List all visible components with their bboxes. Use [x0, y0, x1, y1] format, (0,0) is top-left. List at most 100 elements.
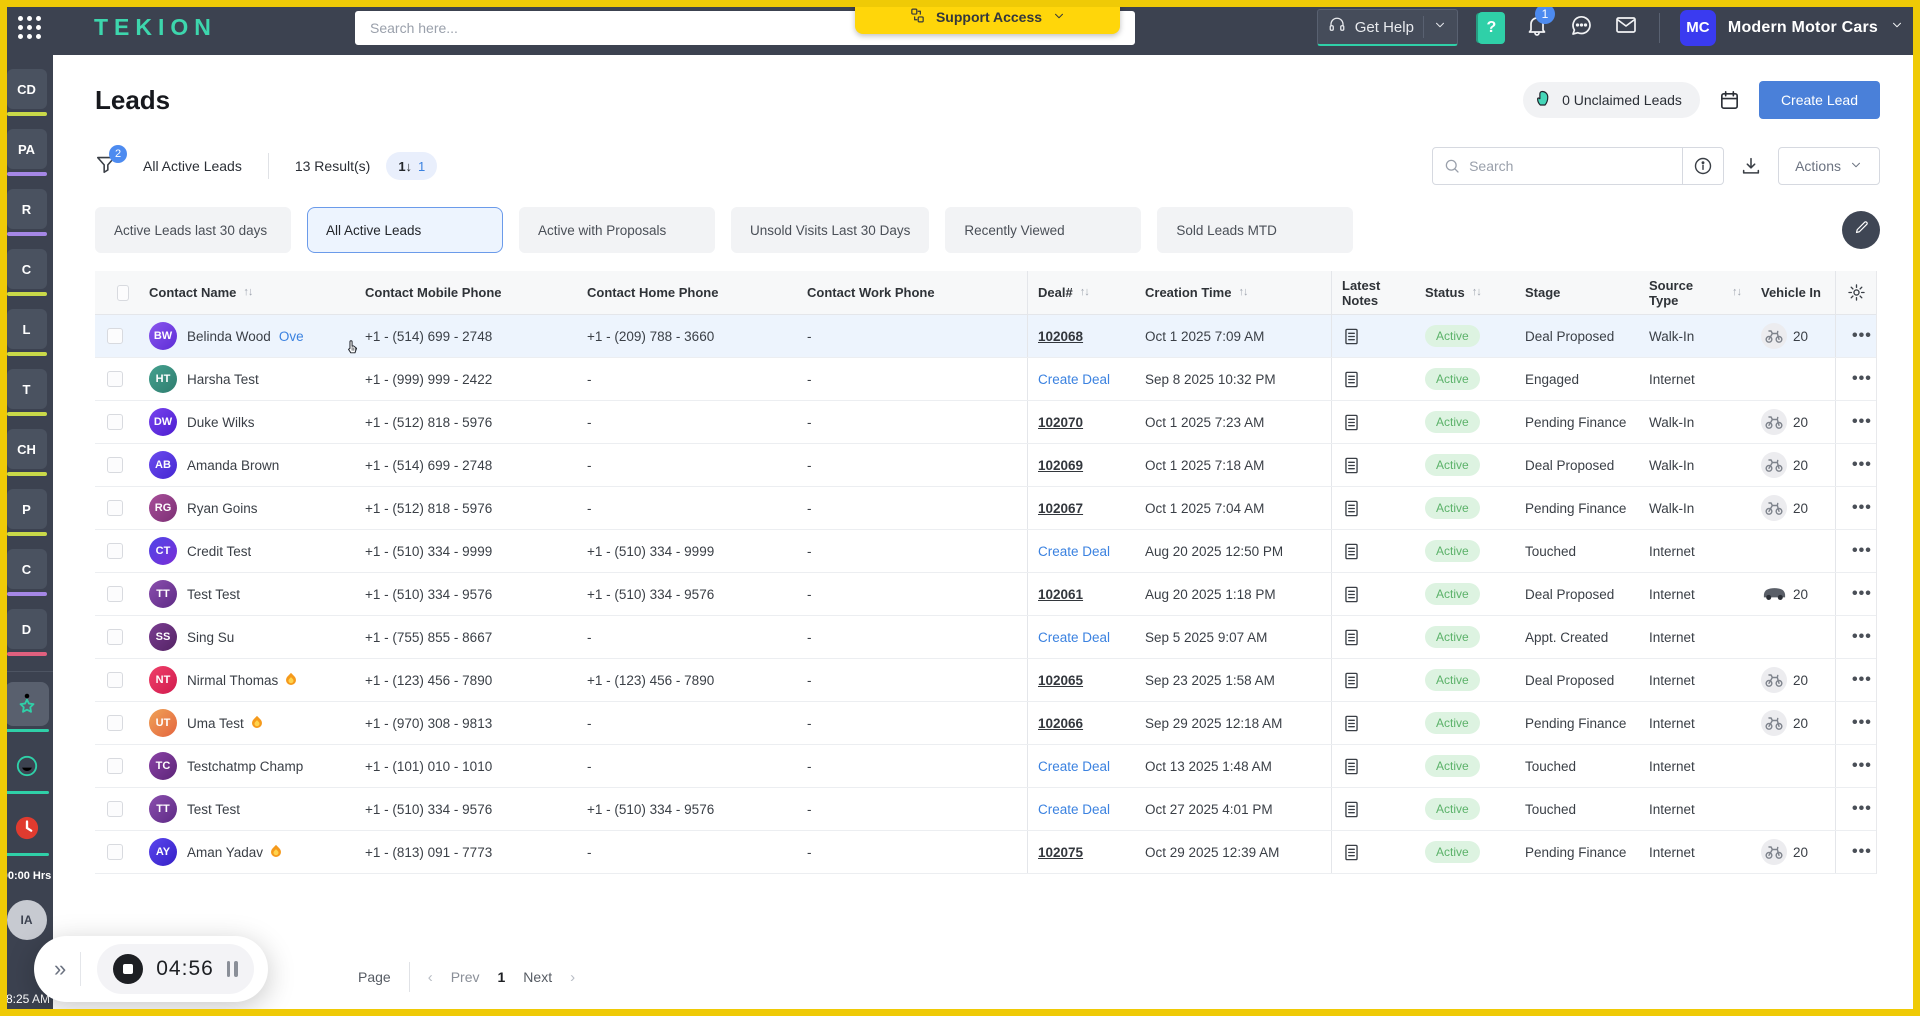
column-header-vehicle-in[interactable]: Vehicle In [1751, 285, 1835, 300]
filter-tab-recently-viewed[interactable]: Recently Viewed [945, 207, 1142, 253]
sidebar-item-c2[interactable]: C [6, 549, 47, 596]
deal-number-link[interactable]: 102065 [1038, 673, 1083, 688]
table-row[interactable]: HT Harsha Test +1 - (999) 999 - 2422 - - Crea… [95, 358, 1876, 401]
column-settings-button[interactable] [1835, 271, 1877, 314]
current-page[interactable]: 1 [498, 969, 506, 985]
row-menu-button[interactable]: ••• [1846, 370, 1872, 388]
pause-recording-button[interactable] [226, 961, 238, 977]
sidebar-item-p[interactable]: P [6, 489, 47, 536]
sidebar-item-c[interactable]: C [6, 249, 47, 296]
row-checkbox[interactable] [107, 844, 123, 860]
row-menu-button[interactable]: ••• [1846, 714, 1872, 732]
deal-number-link[interactable]: 102066 [1038, 716, 1083, 731]
create-lead-button[interactable]: Create Lead [1758, 81, 1880, 119]
support-access-banner[interactable]: Support Access [855, 0, 1120, 34]
create-deal-link[interactable]: Create Deal [1038, 802, 1110, 817]
user-avatar[interactable]: IA [6, 900, 47, 940]
table-row[interactable]: NT Nirmal Thomas +1 - (123) 456 - 7890 +1 -… [95, 659, 1876, 702]
table-search-input[interactable] [1469, 158, 1679, 174]
mail-button[interactable] [1613, 13, 1639, 42]
org-switcher[interactable]: MC Modern Motor Cars [1679, 9, 1904, 46]
deal-number-link[interactable]: 102061 [1038, 587, 1083, 602]
contact-name[interactable]: Uma Test [187, 716, 244, 731]
row-checkbox[interactable] [107, 758, 123, 774]
column-header-contact-work-phone[interactable]: Contact Work Phone [797, 285, 1027, 300]
row-checkbox[interactable] [107, 629, 123, 645]
column-header-latest-notes[interactable]: Latest Notes [1331, 271, 1415, 314]
sidebar-item-t[interactable]: T [6, 369, 47, 416]
filter-tab-active-leads-last-30-days[interactable]: Active Leads last 30 days [95, 207, 291, 253]
sidebar-item-l[interactable]: L [6, 309, 47, 356]
row-menu-button[interactable]: ••• [1846, 585, 1872, 603]
row-menu-button[interactable]: ••• [1846, 628, 1872, 646]
row-checkbox[interactable] [107, 500, 123, 516]
contact-name[interactable]: Test Test [187, 802, 240, 817]
column-header-contact-home-phone[interactable]: Contact Home Phone [577, 285, 797, 300]
sidebar-item-d[interactable]: D [6, 609, 47, 656]
deal-number-link[interactable]: 102067 [1038, 501, 1083, 516]
column-header-contact-mobile-phone[interactable]: Contact Mobile Phone [355, 285, 577, 300]
stop-recording-button[interactable] [113, 954, 144, 984]
deal-number-link[interactable]: 102070 [1038, 415, 1083, 430]
create-deal-link[interactable]: Create Deal [1038, 544, 1110, 559]
deal-number-link[interactable]: 102068 [1038, 329, 1083, 344]
calendar-icon[interactable] [1718, 89, 1741, 112]
sort-icon[interactable]: ↑↓ [1472, 285, 1482, 300]
sort-icon[interactable]: ↑↓ [243, 285, 253, 300]
deal-number-link[interactable]: 102069 [1038, 458, 1083, 473]
contact-name[interactable]: Credit Test [187, 544, 251, 559]
row-checkbox[interactable] [107, 672, 123, 688]
sidebar-item-r[interactable]: R [6, 189, 47, 236]
column-header-creation-time[interactable]: Creation Time ↑↓ [1135, 285, 1331, 300]
info-icon[interactable] [1693, 156, 1713, 176]
contact-name[interactable]: Aman Yadav [187, 845, 263, 860]
contact-name[interactable]: Testchatmp Champ [187, 759, 303, 774]
row-checkbox[interactable] [107, 371, 123, 387]
deal-number-link[interactable]: 102075 [1038, 845, 1083, 860]
table-row[interactable]: UT Uma Test +1 - (970) 308 - 9813 - - 102066 S… [95, 702, 1876, 745]
contact-name[interactable]: Test Test [187, 587, 240, 602]
row-menu-button[interactable]: ••• [1846, 800, 1872, 818]
actions-button[interactable]: Actions [1778, 147, 1880, 185]
row-checkbox[interactable] [107, 457, 123, 473]
contact-name[interactable]: Nirmal Thomas [187, 673, 278, 688]
contact-name[interactable]: Ryan Goins [187, 501, 258, 516]
sidebar-item-cd[interactable]: CD [6, 69, 47, 116]
select-all-checkbox[interactable] [117, 284, 129, 301]
create-deal-link[interactable]: Create Deal [1038, 759, 1110, 774]
row-menu-button[interactable]: ••• [1846, 413, 1872, 431]
table-row[interactable]: TC Testchatmp Champ +1 - (101) 010 - 1010 -… [95, 745, 1876, 788]
notifications-button[interactable]: 1 [1525, 4, 1555, 42]
sort-icon[interactable]: ↑↓ [1238, 285, 1248, 300]
sidebar-item-pa[interactable]: PA [6, 129, 47, 176]
prev-page-button[interactable]: Prev [451, 969, 480, 985]
messages-button[interactable] [1569, 13, 1593, 42]
sidebar-item-gauge[interactable] [4, 744, 49, 794]
contact-name[interactable]: Duke Wilks [187, 415, 255, 430]
contact-name[interactable]: Amanda Brown [187, 458, 279, 473]
help-guide-icon[interactable]: ? [1477, 11, 1505, 44]
contact-name[interactable]: Harsha Test [187, 372, 259, 387]
row-checkbox[interactable] [107, 801, 123, 817]
row-menu-button[interactable]: ••• [1846, 327, 1872, 345]
column-header-status[interactable]: Status ↑↓ [1415, 285, 1515, 300]
table-row[interactable]: AB Amanda Brown +1 - (514) 699 - 2748 - - 102… [95, 444, 1876, 487]
app-grid-icon[interactable] [18, 15, 42, 40]
row-menu-button[interactable]: ••• [1846, 456, 1872, 474]
create-deal-link[interactable]: Create Deal [1038, 372, 1110, 387]
contact-name[interactable]: Sing Su [187, 630, 234, 645]
row-checkbox[interactable] [107, 414, 123, 430]
unclaimed-leads-pill[interactable]: 0 Unclaimed Leads [1523, 82, 1700, 118]
row-checkbox[interactable] [107, 586, 123, 602]
table-row[interactable]: TT Test Test +1 - (510) 334 - 9576 +1 - (51… [95, 788, 1876, 831]
row-menu-button[interactable]: ••• [1846, 671, 1872, 689]
contact-name[interactable]: Belinda Wood [187, 329, 271, 344]
sort-chip[interactable]: 1↓ 1 [386, 152, 438, 180]
row-checkbox[interactable] [107, 715, 123, 731]
edit-views-button[interactable] [1842, 211, 1880, 249]
column-header-deal-[interactable]: Deal# ↑↓ [1027, 271, 1135, 314]
sidebar-item-ch[interactable]: CH [6, 429, 47, 476]
sidebar-item-clock[interactable] [4, 806, 49, 856]
filter-tab-all-active-leads[interactable]: All Active Leads [307, 207, 503, 253]
table-row[interactable]: DW Duke Wilks +1 - (512) 818 - 5976 - - 10207… [95, 401, 1876, 444]
